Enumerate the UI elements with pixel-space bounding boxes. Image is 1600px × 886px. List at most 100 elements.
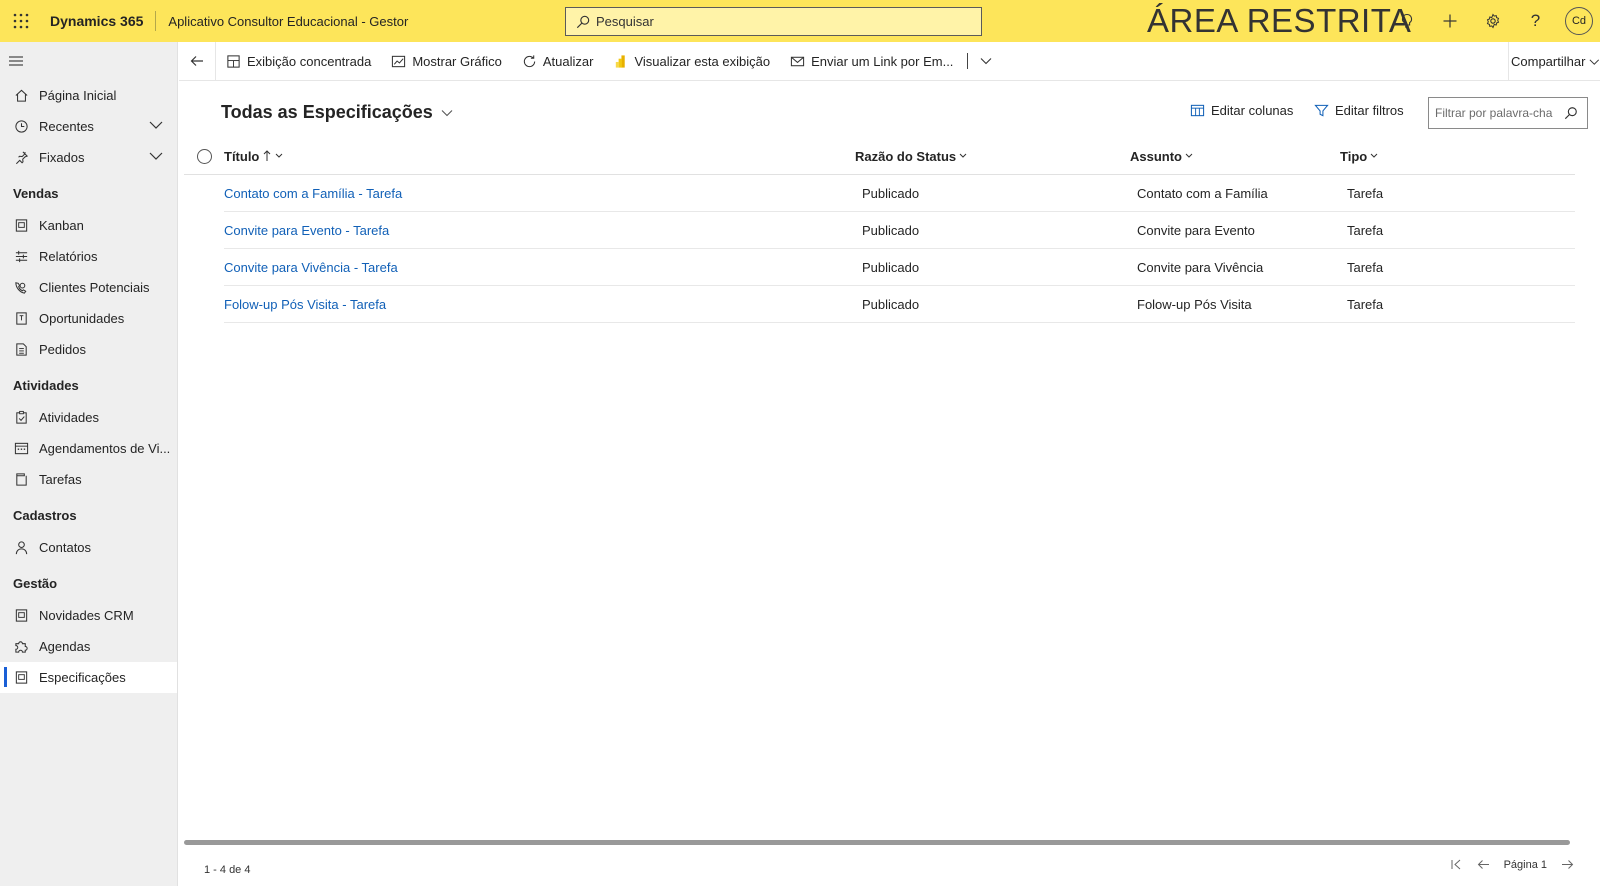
avatar[interactable]: Cd bbox=[1565, 7, 1593, 35]
previous-page-icon[interactable] bbox=[1477, 858, 1490, 871]
entity-icon bbox=[13, 608, 29, 624]
person-icon bbox=[13, 540, 29, 556]
sidebar-item-label: Fixados bbox=[39, 150, 85, 165]
view-selector[interactable]: Todas as Especificações bbox=[221, 102, 453, 123]
sidebar-item-especificacoes[interactable]: Especificações bbox=[0, 662, 177, 693]
layout-icon bbox=[227, 54, 240, 68]
sidebar-item-tarefas[interactable]: Tarefas bbox=[0, 464, 177, 495]
column-header-label: Tipo bbox=[1340, 148, 1368, 164]
report-icon bbox=[13, 249, 29, 265]
sidebar-item-label: Kanban bbox=[39, 218, 84, 233]
plus-icon[interactable] bbox=[1428, 0, 1471, 42]
column-header-titulo[interactable]: Título bbox=[224, 149, 855, 164]
chevron-down-icon[interactable] bbox=[149, 120, 163, 130]
edit-filters-label: Editar filtros bbox=[1335, 103, 1404, 118]
column-header-label: Título bbox=[224, 148, 260, 164]
hamburger-menu-icon[interactable] bbox=[0, 42, 177, 80]
sidebar-item-fixados[interactable]: Fixados bbox=[0, 142, 177, 173]
sidebar-item-label: Agendas bbox=[39, 639, 91, 654]
sidebar-item-novidades-crm[interactable]: Novidades CRM bbox=[0, 600, 177, 631]
sidebar-item-contatos[interactable]: Contatos bbox=[0, 532, 177, 563]
document-icon bbox=[13, 311, 29, 327]
table-row[interactable]: Folow-up Pós Visita - Tarefa Publicado F… bbox=[224, 286, 1575, 323]
sidebar-item-recentes[interactable]: Recentes bbox=[0, 111, 177, 142]
search-icon[interactable] bbox=[1564, 106, 1578, 120]
power-bi-icon bbox=[616, 54, 626, 68]
record-title-link[interactable]: Convite para Vivência - Tarefa bbox=[224, 260, 855, 275]
column-header-tipo[interactable]: Tipo bbox=[1340, 149, 1378, 164]
back-button[interactable] bbox=[179, 41, 216, 81]
edit-columns-button[interactable]: Editar colunas bbox=[1190, 103, 1293, 118]
horizontal-scrollbar[interactable] bbox=[184, 840, 1570, 845]
show-chart-label: Mostrar Gráfico bbox=[412, 53, 502, 69]
app-name[interactable]: Aplicativo Consultor Educacional - Gesto… bbox=[156, 14, 408, 29]
refresh-label: Atualizar bbox=[542, 53, 594, 69]
phone-person-icon bbox=[13, 280, 29, 296]
task-icon bbox=[13, 472, 29, 488]
chevron-down-icon bbox=[1370, 153, 1378, 158]
nav-group-vendas: Vendas bbox=[13, 185, 59, 201]
table-row[interactable]: Convite para Evento - Tarefa Publicado C… bbox=[224, 212, 1575, 249]
gear-icon[interactable] bbox=[1471, 0, 1514, 42]
sort-ascending-icon bbox=[264, 150, 271, 161]
divider bbox=[155, 11, 157, 31]
chevron-down-icon[interactable] bbox=[149, 151, 163, 161]
search-input[interactable] bbox=[596, 14, 976, 29]
calendar-icon bbox=[13, 441, 29, 457]
global-search[interactable] bbox=[565, 7, 982, 36]
subject-cell: Contato com a Família bbox=[1137, 185, 1268, 201]
sidebar-item-clientes-potenciais[interactable]: Clientes Potenciais bbox=[0, 272, 177, 303]
next-page-icon[interactable] bbox=[1561, 858, 1574, 871]
nav-group-atividades: Atividades bbox=[13, 377, 79, 393]
home-icon bbox=[13, 88, 29, 104]
first-page-icon[interactable] bbox=[1450, 858, 1463, 871]
keyword-filter-input[interactable] bbox=[1435, 106, 1555, 120]
chevron-down-icon bbox=[276, 153, 283, 158]
chevron-down-icon bbox=[1589, 58, 1600, 65]
type-cell: Tarefa bbox=[1347, 296, 1384, 312]
sidebar-item-agendas[interactable]: Agendas bbox=[0, 631, 177, 662]
record-title-link[interactable]: Folow-up Pós Visita - Tarefa bbox=[224, 297, 855, 312]
share-label: Compartilhar bbox=[1511, 54, 1586, 69]
sidebar-item-pedidos[interactable]: Pedidos bbox=[0, 334, 177, 365]
sidebar-item-label: Página Inicial bbox=[39, 88, 117, 103]
app-launcher-icon[interactable] bbox=[0, 0, 42, 42]
table-row[interactable]: Convite para Vivência - Tarefa Publicado… bbox=[224, 249, 1575, 286]
brand-name[interactable]: Dynamics 365 bbox=[42, 13, 155, 29]
arrow-left-icon bbox=[190, 56, 203, 66]
status-cell: Publicado bbox=[862, 185, 920, 201]
divider bbox=[967, 53, 969, 69]
select-all-checkbox[interactable] bbox=[184, 148, 224, 164]
sidebar-item-relatorios[interactable]: Relatórios bbox=[0, 241, 177, 272]
sidebar-item-agendamentos[interactable]: Agendamentos de Vi... bbox=[0, 433, 177, 464]
column-header-assunto[interactable]: Assunto bbox=[1130, 149, 1340, 164]
type-cell: Tarefa bbox=[1347, 185, 1384, 201]
type-cell: Tarefa bbox=[1347, 222, 1384, 238]
share-button[interactable]: Compartilhar bbox=[1508, 42, 1600, 81]
record-title-link[interactable]: Contato com a Família - Tarefa bbox=[224, 186, 855, 201]
search-icon bbox=[576, 15, 590, 28]
visualize-view-button[interactable]: Visualizar esta exibição bbox=[603, 42, 780, 81]
focused-view-button[interactable]: Exibição concentrada bbox=[216, 42, 381, 81]
table-row[interactable]: Contato com a Família - Tarefa Publicado… bbox=[224, 175, 1575, 212]
lightbulb-icon[interactable] bbox=[1385, 0, 1428, 42]
sidebar-item-oportunidades[interactable]: Oportunidades bbox=[0, 303, 177, 334]
sidebar-item-pagina-inicial[interactable]: Página Inicial bbox=[0, 80, 177, 111]
chart-icon bbox=[392, 55, 406, 67]
more-commands-button[interactable] bbox=[974, 57, 998, 65]
email-link-button[interactable]: Enviar um Link por Em... bbox=[780, 42, 963, 81]
column-header-razao-status[interactable]: Razão do Status bbox=[855, 149, 1130, 164]
columns-icon bbox=[1190, 104, 1205, 117]
sidebar-item-label: Atividades bbox=[39, 410, 99, 425]
show-chart-button[interactable]: Mostrar Gráfico bbox=[381, 42, 512, 81]
column-header-label: Assunto bbox=[1130, 148, 1182, 164]
keyword-filter[interactable] bbox=[1428, 97, 1588, 129]
sidebar-item-kanban[interactable]: Kanban bbox=[0, 210, 177, 241]
edit-filters-button[interactable]: Editar filtros bbox=[1314, 103, 1404, 118]
refresh-button[interactable]: Atualizar bbox=[512, 42, 604, 81]
help-icon[interactable]: ? bbox=[1514, 0, 1557, 42]
chevron-down-icon bbox=[981, 58, 992, 65]
record-title-link[interactable]: Convite para Evento - Tarefa bbox=[224, 223, 855, 238]
refresh-icon bbox=[523, 54, 536, 67]
sidebar-item-atividades[interactable]: Atividades bbox=[0, 402, 177, 433]
